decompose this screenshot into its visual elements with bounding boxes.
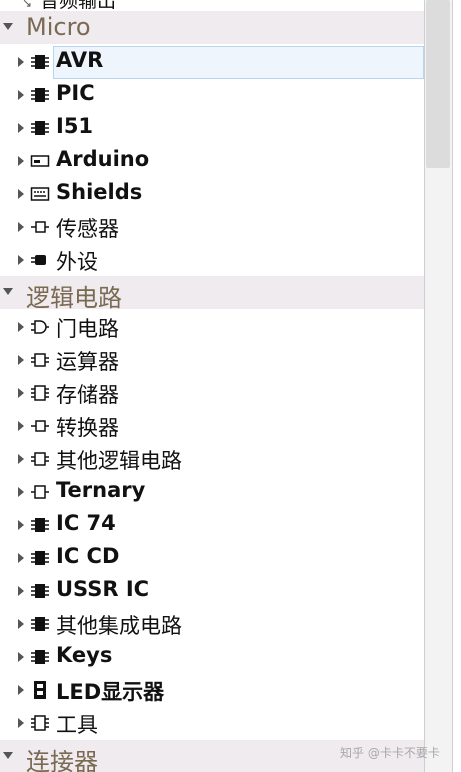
tree-item-keys[interactable]: Keys [0, 640, 424, 673]
seven-segment-icon [34, 681, 46, 699]
board-icon [30, 155, 50, 167]
tree-item-label: Keys [56, 643, 113, 667]
tree-item-pic[interactable]: PIC [0, 78, 424, 111]
chip-icon [31, 121, 49, 135]
tree-item-label: LED显示器 [56, 680, 165, 704]
tree-item-label: I51 [56, 114, 94, 138]
chip-icon [31, 617, 49, 631]
component-tree: ↘ 音频输出 Micro AVR PIC I51 Arduino Shields… [0, 0, 424, 772]
chevron-right-icon[interactable]: ↘ [22, 0, 32, 10]
tree-item-label: 存储器 [56, 383, 119, 407]
tree-item-avr[interactable]: AVR [0, 45, 424, 79]
tree-item-label: USSR IC [56, 577, 150, 601]
watermark: 知乎 @卡卡不要卡 [340, 746, 440, 760]
chevron-right-icon[interactable] [18, 421, 24, 431]
tree-item-label: 传感器 [56, 217, 119, 241]
chevron-right-icon[interactable] [18, 189, 24, 199]
chevron-right-icon[interactable] [18, 553, 24, 563]
chip-icon [31, 551, 49, 565]
tree-item-label: 转换器 [56, 416, 119, 440]
tree-item-other-ic[interactable]: 其他集成电路 [0, 607, 424, 640]
tree-item-label: 外设 [56, 250, 98, 274]
chevron-right-icon[interactable] [18, 90, 24, 100]
shield-board-icon [30, 187, 50, 201]
tree-item-shields[interactable]: Shields [0, 177, 424, 210]
ic-outline-icon [31, 452, 49, 466]
selection-highlight [53, 46, 424, 79]
tree-item-label: 门电路 [56, 317, 119, 341]
scrollbar-thumb[interactable] [426, 0, 450, 168]
chevron-right-icon[interactable] [18, 718, 24, 728]
tree-item-label: IC 74 [56, 511, 116, 535]
category-label: Micro [26, 13, 91, 41]
tree-item-ussr-ic[interactable]: USSR IC [0, 574, 424, 607]
tree-item-ic74[interactable]: IC 74 [0, 508, 424, 541]
tree-item-label: IC CD [56, 544, 120, 568]
tree-item-label: Ternary [56, 478, 146, 502]
chevron-right-icon[interactable] [18, 652, 24, 662]
tree-item-label: Shields [56, 180, 143, 204]
tree-item-tools[interactable]: 工具 [0, 706, 424, 739]
peripheral-icon [31, 255, 46, 265]
chip-icon [31, 584, 49, 598]
tree-item-gates[interactable]: 门电路 [0, 310, 424, 343]
chevron-right-icon[interactable] [18, 156, 24, 166]
tree-item-label: 其他逻辑电路 [56, 449, 182, 473]
category-label: 连接器 [26, 748, 98, 772]
tree-item-arithmetic[interactable]: 运算器 [0, 343, 424, 376]
category-micro[interactable]: Micro [0, 11, 424, 44]
tree-item-i51[interactable]: I51 [0, 111, 424, 144]
chevron-right-icon[interactable] [18, 619, 24, 629]
chevron-right-icon[interactable] [18, 322, 24, 332]
chevron-down-icon[interactable] [3, 288, 13, 295]
chip-icon [31, 650, 49, 664]
chip-icon [31, 55, 49, 69]
category-label: 逻辑电路 [26, 284, 122, 312]
ic-outline-icon [31, 715, 49, 731]
chevron-right-icon[interactable] [18, 487, 24, 497]
tree-item-memory[interactable]: 存储器 [0, 376, 424, 409]
tree-item-label: AVR [56, 48, 104, 72]
chevron-right-icon[interactable] [18, 520, 24, 530]
chevron-right-icon[interactable] [18, 586, 24, 596]
chevron-down-icon[interactable] [3, 752, 13, 759]
chevron-right-icon[interactable] [18, 222, 24, 232]
tree-item-other-logic[interactable]: 其他逻辑电路 [0, 442, 424, 475]
ic-outline-icon [31, 485, 49, 499]
converter-icon [31, 420, 49, 432]
tree-item-label: 其他集成电路 [56, 614, 182, 638]
chip-icon [31, 518, 49, 532]
tree-item-arduino[interactable]: Arduino [0, 144, 424, 177]
chevron-right-icon[interactable] [18, 355, 24, 365]
category-logic[interactable]: 逻辑电路 [0, 276, 424, 312]
tree-item-label: PIC [56, 81, 95, 105]
tree-item-led-display[interactable]: LED显示器 [0, 673, 424, 706]
tree-item-peripherals[interactable]: 外设 [0, 243, 424, 276]
tree-item-label: Arduino [56, 147, 150, 171]
tree-item-sensors[interactable]: 传感器 [0, 210, 424, 243]
chip-icon [31, 88, 49, 102]
gate-icon [31, 320, 49, 334]
chevron-right-icon[interactable] [18, 255, 24, 265]
tree-item-label: 工具 [56, 713, 98, 737]
chevron-right-icon[interactable] [18, 57, 24, 67]
panel-edge [452, 0, 461, 772]
chevron-right-icon[interactable] [18, 123, 24, 133]
ic-outline-icon [31, 385, 49, 401]
tree-item-iccd[interactable]: IC CD [0, 541, 424, 574]
ic-outline-icon [31, 353, 49, 367]
tree-item-converters[interactable]: 转换器 [0, 409, 424, 442]
tree-item-label: 运算器 [56, 350, 119, 374]
chevron-down-icon[interactable] [3, 23, 13, 30]
chevron-right-icon[interactable] [18, 454, 24, 464]
chevron-right-icon[interactable] [18, 685, 24, 695]
sensor-icon [31, 221, 49, 233]
chevron-right-icon[interactable] [18, 388, 24, 398]
tree-item-ternary[interactable]: Ternary [0, 475, 424, 508]
